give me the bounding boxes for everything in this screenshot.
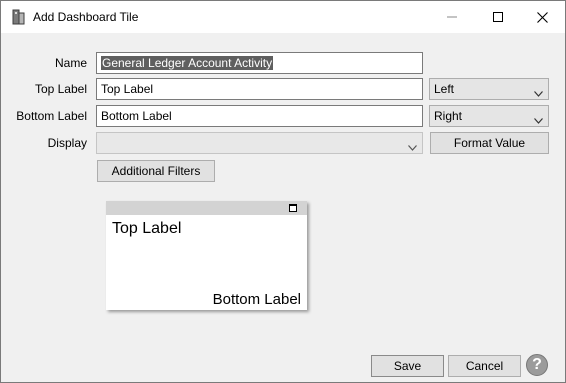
bottom-label-alignment-select[interactable]: Right [429,105,549,127]
tile-preview-header [106,201,307,215]
cancel-button[interactable]: Cancel [448,355,521,377]
bottom-label-value: Bottom Label [101,109,172,123]
chevron-down-icon [534,113,543,127]
title-bar[interactable]: Add Dashboard Tile [1,1,565,33]
save-button[interactable]: Save [371,355,444,377]
bottom-label-field[interactable]: Bottom Label [96,105,423,127]
name-value: General Ledger Account Activity [101,56,274,70]
app-icon [11,9,27,25]
window-title: Add Dashboard Tile [33,10,139,24]
chevron-down-icon [408,140,417,154]
bottom-label-label: Bottom Label [16,109,87,123]
close-button[interactable] [519,1,565,33]
tile-preview: Top Label Bottom Label [106,201,307,310]
display-label: Display [47,136,87,150]
top-label-value: Top Label [101,82,154,96]
maximize-button[interactable] [475,1,521,33]
display-select[interactable] [96,132,423,154]
bottom-label-alignment-value: Right [434,109,463,123]
chevron-down-icon [534,86,543,100]
name-field[interactable]: General Ledger Account Activity [96,52,423,74]
tile-minimize-icon [289,204,297,212]
top-label-alignment-value: Left [434,82,455,96]
additional-filters-button[interactable]: Additional Filters [97,160,215,182]
tile-preview-bottom-label: Bottom Label [212,291,301,308]
top-label-alignment-select[interactable]: Left [429,78,549,100]
help-icon[interactable]: ? [526,354,548,376]
add-dashboard-tile-dialog: Add Dashboard Tile Name General Ledger A… [0,0,566,383]
format-value-button[interactable]: Format Value [430,132,549,154]
name-label: Name [54,56,87,70]
top-label-field[interactable]: Top Label [96,78,423,100]
tile-preview-top-label: Top Label [112,220,182,237]
top-label-label: Top Label [34,82,87,96]
minimize-button[interactable] [429,1,475,33]
